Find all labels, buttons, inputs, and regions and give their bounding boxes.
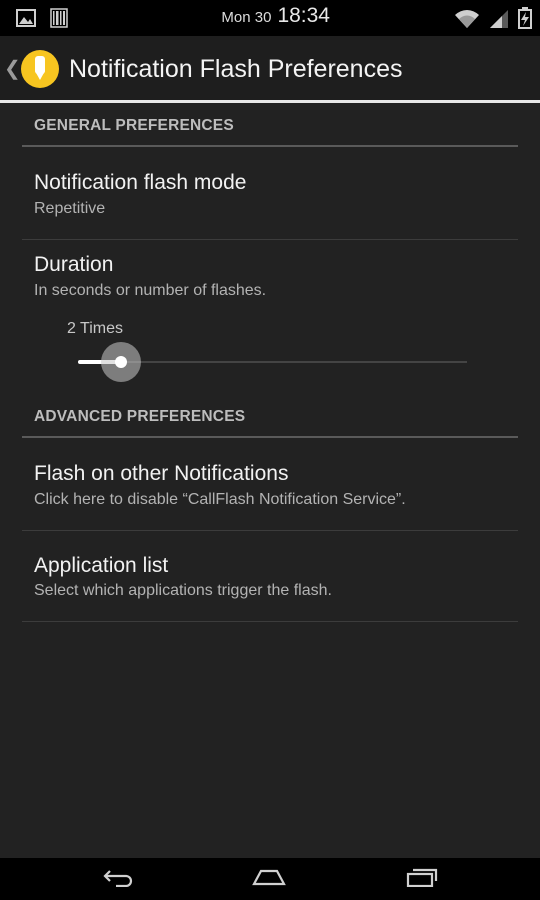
pref-title: Notification flash mode bbox=[34, 171, 247, 194]
status-time: 18:34 bbox=[277, 4, 330, 27]
category-advanced-header: ADVANCED PREFERENCES bbox=[34, 408, 246, 425]
wifi-icon bbox=[454, 9, 480, 34]
status-clock: Mon 30 18:34 bbox=[221, 4, 330, 28]
pref-summary: Click here to disable “CallFlash Notific… bbox=[34, 491, 406, 508]
category-advanced-rule bbox=[22, 436, 518, 438]
duration-slider-value: 2 Times bbox=[67, 320, 124, 337]
up-caret-icon[interactable]: ❮ bbox=[4, 56, 21, 81]
status-date: Mon 30 bbox=[221, 9, 272, 26]
item-divider bbox=[22, 621, 518, 622]
status-bar: Mon 30 18:34 bbox=[0, 0, 540, 36]
action-bar-divider bbox=[0, 100, 540, 103]
pref-title: Application list bbox=[34, 554, 169, 577]
pref-summary: In seconds or number of flashes. bbox=[34, 282, 267, 299]
slider-thumb[interactable] bbox=[114, 356, 127, 368]
gallery-icon bbox=[16, 8, 36, 33]
recent-apps-button[interactable] bbox=[392, 864, 452, 894]
page-title: Notification Flash Preferences bbox=[69, 55, 403, 83]
callflash-app-icon[interactable] bbox=[20, 49, 60, 94]
status-right-icons bbox=[454, 7, 532, 34]
battery-charging-icon bbox=[518, 7, 532, 34]
pref-summary: Repetitive bbox=[34, 200, 106, 217]
category-general-header: GENERAL PREFERENCES bbox=[34, 117, 234, 134]
home-button[interactable] bbox=[239, 864, 299, 894]
home-icon bbox=[252, 868, 286, 891]
back-icon bbox=[102, 867, 134, 892]
category-general-rule bbox=[22, 145, 518, 147]
back-button[interactable] bbox=[88, 864, 148, 894]
cell-signal-icon bbox=[488, 9, 510, 34]
status-left-icons bbox=[16, 8, 68, 33]
recent-apps-icon bbox=[406, 867, 438, 892]
pref-summary: Select which applications trigger the fl… bbox=[34, 582, 332, 599]
navigation-bar bbox=[0, 858, 540, 900]
action-bar: ❮ Notification Flash Preferences bbox=[0, 36, 540, 100]
item-divider bbox=[22, 239, 518, 240]
item-divider bbox=[22, 530, 518, 531]
pref-title: Duration bbox=[34, 253, 114, 276]
barcode-icon bbox=[50, 8, 68, 33]
pref-title: Flash on other Notifications bbox=[34, 462, 289, 485]
